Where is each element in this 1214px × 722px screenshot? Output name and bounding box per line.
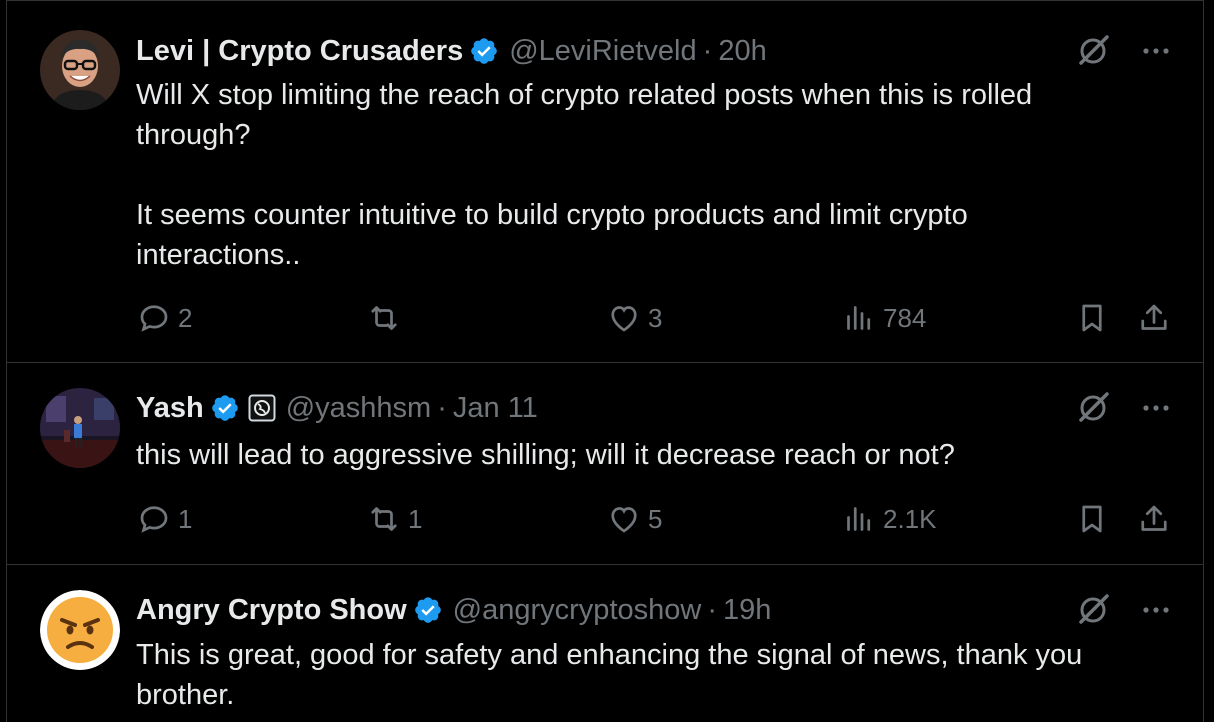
reply-icon <box>140 506 168 533</box>
post-text: this will lead to aggressive shilling; w… <box>136 439 955 471</box>
view-count: 2.1K <box>883 503 937 534</box>
post-timestamp[interactable]: 19h <box>723 594 771 627</box>
post-text: This is great, good for safety and enhan… <box>136 639 1091 711</box>
separator-dot: · <box>702 34 713 67</box>
more-options-icon[interactable] <box>1139 592 1173 628</box>
reply-icon <box>140 305 168 332</box>
like-button[interactable]: 3 <box>606 298 662 338</box>
view-count: 784 <box>883 302 927 333</box>
action-bar: 2 3 784 <box>136 298 1173 338</box>
repost-count: 1 <box>408 503 423 534</box>
verified-badge-icon[interactable] <box>413 595 443 625</box>
bookmark-icon <box>1082 505 1102 533</box>
share-icon <box>1141 505 1167 531</box>
bookmark-button[interactable] <box>1074 499 1110 539</box>
reply-post[interactable]: Levi | Crypto Crusaders @LeviRietveld · … <box>7 0 1203 363</box>
separator-dot: · <box>437 391 447 424</box>
repost-button[interactable] <box>366 298 408 338</box>
like-count: 3 <box>648 302 663 333</box>
share-button[interactable] <box>1136 298 1172 338</box>
author-handle[interactable]: @yashhsm <box>286 392 431 425</box>
repost-icon <box>371 306 397 330</box>
reply-count: 1 <box>178 503 193 534</box>
grok-icon[interactable] <box>1075 390 1111 426</box>
post-header: Yash @yashhsm · Jan 11 <box>136 390 1183 426</box>
more-options-icon[interactable] <box>1139 390 1173 426</box>
post-header: Angry Crypto Show @angrycryptoshow · 19h <box>136 592 1183 628</box>
action-bar: 1 1 5 2.1K <box>136 499 1173 539</box>
avatar[interactable] <box>40 590 120 670</box>
post-text: Will X stop limiting the reach of crypto… <box>136 79 1033 271</box>
separator-dot: · <box>707 593 717 626</box>
like-count: 5 <box>648 503 663 534</box>
verified-badge-icon[interactable] <box>210 393 240 423</box>
repost-icon <box>371 507 397 531</box>
reply-button[interactable]: 1 <box>136 499 192 539</box>
share-button[interactable] <box>1136 499 1172 539</box>
author-handle[interactable]: @angrycryptoshow <box>453 594 702 627</box>
avatar[interactable] <box>40 388 120 468</box>
globe-badge-icon[interactable] <box>248 394 276 422</box>
verified-badge-icon[interactable] <box>469 36 499 66</box>
heart-icon <box>611 306 637 332</box>
author-name[interactable]: Angry Crypto Show <box>136 594 407 627</box>
post-timestamp[interactable]: Jan 11 <box>453 392 538 425</box>
author-name[interactable]: Levi | Crypto Crusaders <box>136 35 463 68</box>
views-button[interactable]: 2.1K <box>841 499 937 539</box>
post-timestamp[interactable]: 20h <box>718 35 766 68</box>
bookmark-icon <box>1082 304 1102 332</box>
reply-timeline: Levi | Crypto Crusaders @LeviRietveld · … <box>6 0 1204 722</box>
grok-icon[interactable] <box>1075 33 1111 69</box>
reply-post[interactable]: Yash @yashhsm · Jan 11 this will lead to… <box>7 363 1203 565</box>
author-name[interactable]: Yash <box>136 392 204 425</box>
more-options-icon[interactable] <box>1139 33 1173 69</box>
like-button[interactable]: 5 <box>606 499 662 539</box>
avatar[interactable] <box>40 30 120 110</box>
views-button[interactable]: 784 <box>841 298 926 338</box>
reply-post[interactable]: Angry Crypto Show @angrycryptoshow · 19h… <box>7 565 1203 722</box>
bookmark-button[interactable] <box>1074 298 1110 338</box>
reply-count: 2 <box>178 302 193 333</box>
views-chart-icon <box>847 507 871 531</box>
views-chart-icon <box>847 306 871 330</box>
reply-button[interactable]: 2 <box>136 298 192 338</box>
share-icon <box>1141 304 1167 330</box>
author-handle[interactable]: @LeviRietveld <box>509 35 696 68</box>
heart-icon <box>611 507 637 533</box>
grok-icon[interactable] <box>1075 592 1111 628</box>
repost-button[interactable]: 1 <box>366 499 422 539</box>
post-header: Levi | Crypto Crusaders @LeviRietveld · … <box>136 33 1183 69</box>
